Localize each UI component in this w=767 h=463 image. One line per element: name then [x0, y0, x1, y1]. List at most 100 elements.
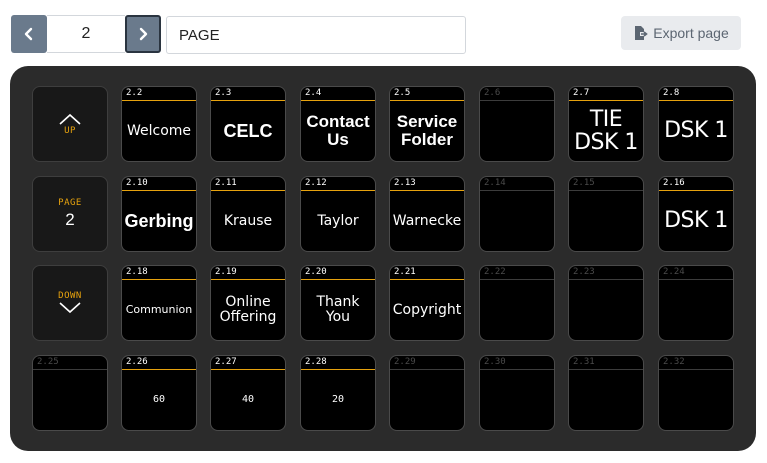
button-text: 60: [152, 393, 166, 405]
page-indicator-key: PAGE 2: [32, 176, 108, 252]
page-indicator-value: 2: [65, 210, 75, 229]
button-text: Communion: [125, 303, 193, 317]
button-text: Warnecke: [392, 212, 462, 229]
export-page-label: Export page: [653, 25, 729, 41]
button-text: CELC: [223, 120, 273, 141]
button-text: Taylor: [317, 212, 359, 229]
stream-button[interactable]: 2.31: [568, 355, 644, 431]
button-index-label: 2.7: [573, 88, 590, 98]
export-page-button[interactable]: Export page: [621, 16, 741, 50]
stream-button[interactable]: 2.6: [479, 86, 555, 162]
stream-button[interactable]: 2.19 Online Offering: [210, 265, 286, 341]
button-index-label: 2.20: [305, 267, 327, 277]
stream-button[interactable]: 2.25: [32, 355, 108, 431]
stream-button[interactable]: 2.26 60: [121, 355, 197, 431]
button-index-label: 2.14: [484, 178, 506, 188]
button-index-label: 2.30: [484, 357, 506, 367]
button-index-label: 2.4: [305, 88, 322, 98]
button-index-label: 2.32: [663, 357, 685, 367]
stream-button[interactable]: 2.27 40: [210, 355, 286, 431]
button-text: Gerbing: [124, 210, 194, 231]
button-text: [569, 370, 643, 430]
stream-button[interactable]: 2.11 Krause: [210, 176, 286, 252]
next-page-button[interactable]: [125, 15, 161, 53]
previous-page-button[interactable]: [11, 15, 47, 53]
button-text: [33, 370, 107, 430]
button-text: [569, 191, 643, 251]
button-index-label: 2.11: [215, 178, 237, 188]
button-text: Online Offering: [219, 294, 277, 325]
chevron-right-icon: [139, 27, 148, 41]
button-text: [659, 280, 733, 340]
toolbar: 2 Export page: [0, 0, 767, 60]
button-text: Thank You: [316, 294, 360, 325]
stream-button[interactable]: 2.21 Copyright: [389, 265, 465, 341]
chevron-left-icon: [24, 27, 33, 41]
stream-button[interactable]: 2.15: [568, 176, 644, 252]
button-index-label: 2.15: [573, 178, 595, 188]
button-index-label: 2.6: [484, 88, 501, 98]
stream-button[interactable]: 2.28 20: [300, 355, 376, 431]
button-index-label: 2.27: [215, 357, 237, 367]
button-grid-panel: UP PAGE 2 DOWN 2.2 Welcome 2.3 CELC 2.4 Conta…: [10, 66, 756, 451]
button-text: [480, 101, 554, 161]
button-index-label: 2.3: [215, 88, 232, 98]
stream-button[interactable]: 2.8 DSK 1: [658, 86, 734, 162]
stream-button[interactable]: 2.24: [658, 265, 734, 341]
button-index-label: 2.21: [394, 267, 416, 277]
button-text: 20: [331, 393, 345, 405]
button-text: [659, 370, 733, 430]
stream-button[interactable]: 2.23: [568, 265, 644, 341]
button-text: [569, 280, 643, 340]
button-text: [390, 370, 464, 430]
button-index-label: 2.8: [663, 88, 680, 98]
button-index-label: 2.18: [126, 267, 148, 277]
page-down-key[interactable]: DOWN: [32, 265, 108, 341]
button-index-label: 2.5: [394, 88, 411, 98]
stream-button[interactable]: 2.29: [389, 355, 465, 431]
button-index-label: 2.23: [573, 267, 595, 277]
button-text: DSK 1: [664, 118, 728, 144]
button-text: Contact Us: [306, 112, 370, 149]
stream-button[interactable]: 2.20 Thank You: [300, 265, 376, 341]
button-index-label: 2.13: [394, 178, 416, 188]
button-index-label: 2.24: [663, 267, 685, 277]
stream-button[interactable]: 2.32: [658, 355, 734, 431]
stream-button[interactable]: 2.2 Welcome: [121, 86, 197, 162]
page-up-label: UP: [64, 126, 76, 136]
button-text: Service Folder: [396, 112, 458, 149]
stream-button[interactable]: 2.14: [479, 176, 555, 252]
button-index-label: 2.31: [573, 357, 595, 367]
stream-button[interactable]: 2.7 TIE DSK 1: [568, 86, 644, 162]
button-text: [480, 280, 554, 340]
stream-button[interactable]: 2.16 DSK 1: [658, 176, 734, 252]
button-index-label: 2.29: [394, 357, 416, 367]
stream-button[interactable]: 2.30: [479, 355, 555, 431]
button-text: Welcome: [126, 122, 192, 139]
chevron-down-icon: [59, 302, 81, 314]
stream-button[interactable]: 2.3 CELC: [210, 86, 286, 162]
button-text: 40: [241, 393, 255, 405]
stream-button[interactable]: 2.13 Warnecke: [389, 176, 465, 252]
page-up-key[interactable]: UP: [32, 86, 108, 162]
file-export-icon: [635, 26, 649, 40]
stream-button[interactable]: 2.12 Taylor: [300, 176, 376, 252]
page-number-field[interactable]: 2: [47, 15, 125, 53]
button-text: [480, 370, 554, 430]
page-down-label: DOWN: [58, 291, 82, 301]
button-index-label: 2.19: [215, 267, 237, 277]
stream-button[interactable]: 2.5 Service Folder: [389, 86, 465, 162]
button-text: Krause: [223, 212, 273, 229]
chevron-up-icon: [59, 113, 81, 125]
button-index-label: 2.10: [126, 178, 148, 188]
button-index-label: 2.12: [305, 178, 327, 188]
stream-button[interactable]: 2.4 Contact Us: [300, 86, 376, 162]
button-index-label: 2.16: [663, 178, 685, 188]
button-index-label: 2.22: [484, 267, 506, 277]
button-index-label: 2.2: [126, 88, 143, 98]
button-text: DSK 1: [664, 208, 728, 234]
stream-button[interactable]: 2.22: [479, 265, 555, 341]
page-name-input[interactable]: [166, 16, 466, 54]
stream-button[interactable]: 2.10 Gerbing: [121, 176, 197, 252]
stream-button[interactable]: 2.18 Communion: [121, 265, 197, 341]
